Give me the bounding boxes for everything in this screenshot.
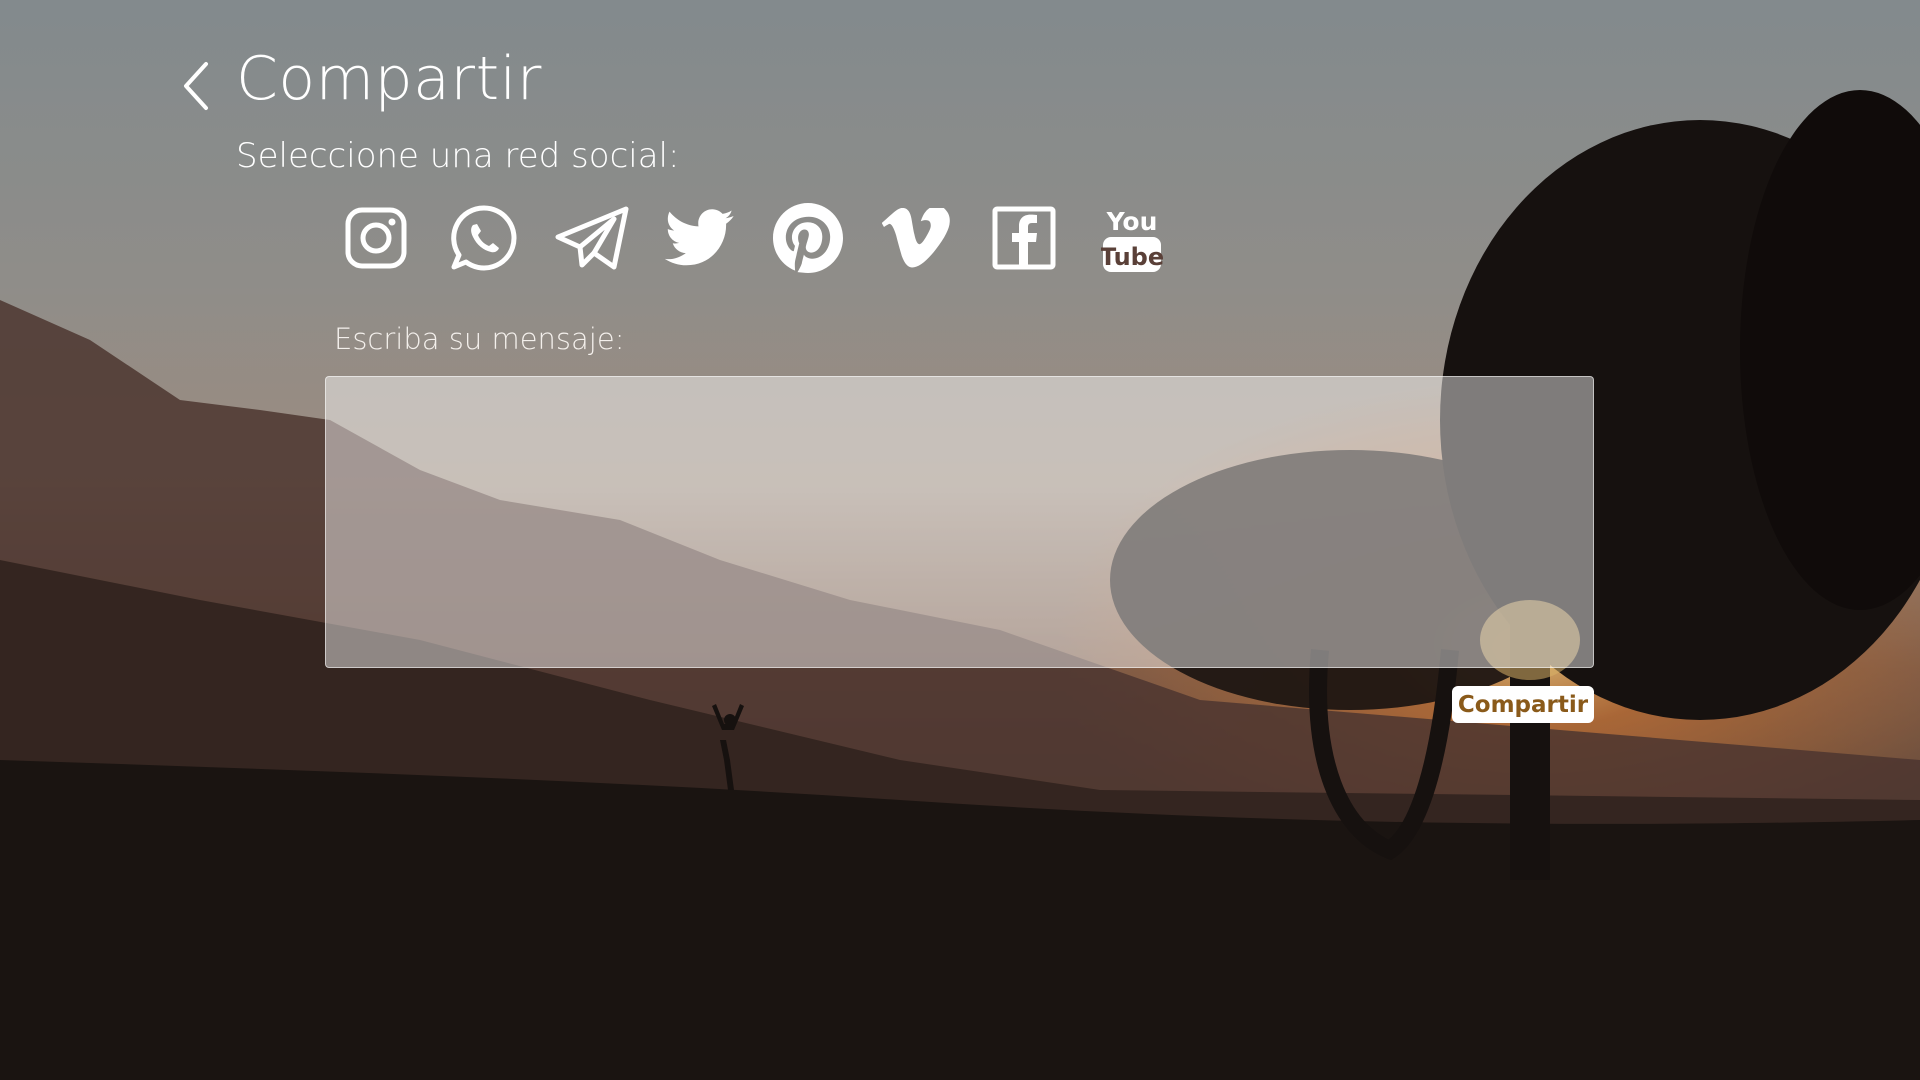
facebook-icon — [992, 206, 1056, 270]
vimeo-icon — [882, 208, 950, 268]
youtube-text-bottom: Tube — [1101, 243, 1163, 271]
select-network-label: Seleccione una red social: — [236, 136, 680, 176]
telegram-icon — [555, 206, 629, 270]
header: Compartir — [178, 42, 542, 116]
pinterest-button[interactable] — [754, 198, 862, 278]
pinterest-icon — [773, 203, 843, 273]
youtube-button[interactable]: You Tube — [1078, 198, 1186, 278]
whatsapp-button[interactable] — [430, 198, 538, 278]
message-textarea[interactable] — [325, 376, 1594, 668]
youtube-icon: You Tube — [1101, 207, 1163, 272]
twitter-icon — [665, 209, 734, 266]
chevron-left-icon[interactable] — [178, 56, 214, 116]
whatsapp-icon — [451, 205, 517, 271]
youtube-text-top: You — [1106, 207, 1158, 236]
facebook-button[interactable] — [970, 198, 1078, 278]
vimeo-button[interactable] — [862, 198, 970, 278]
instagram-button[interactable] — [322, 198, 430, 278]
page-title: Compartir — [236, 44, 542, 114]
social-network-list: You Tube — [322, 198, 1186, 278]
instagram-icon — [345, 207, 407, 269]
twitter-button[interactable] — [646, 198, 754, 278]
message-label: Escriba su mensaje: — [334, 322, 625, 356]
share-submit-button[interactable]: Compartir — [1452, 686, 1594, 723]
telegram-button[interactable] — [538, 198, 646, 278]
